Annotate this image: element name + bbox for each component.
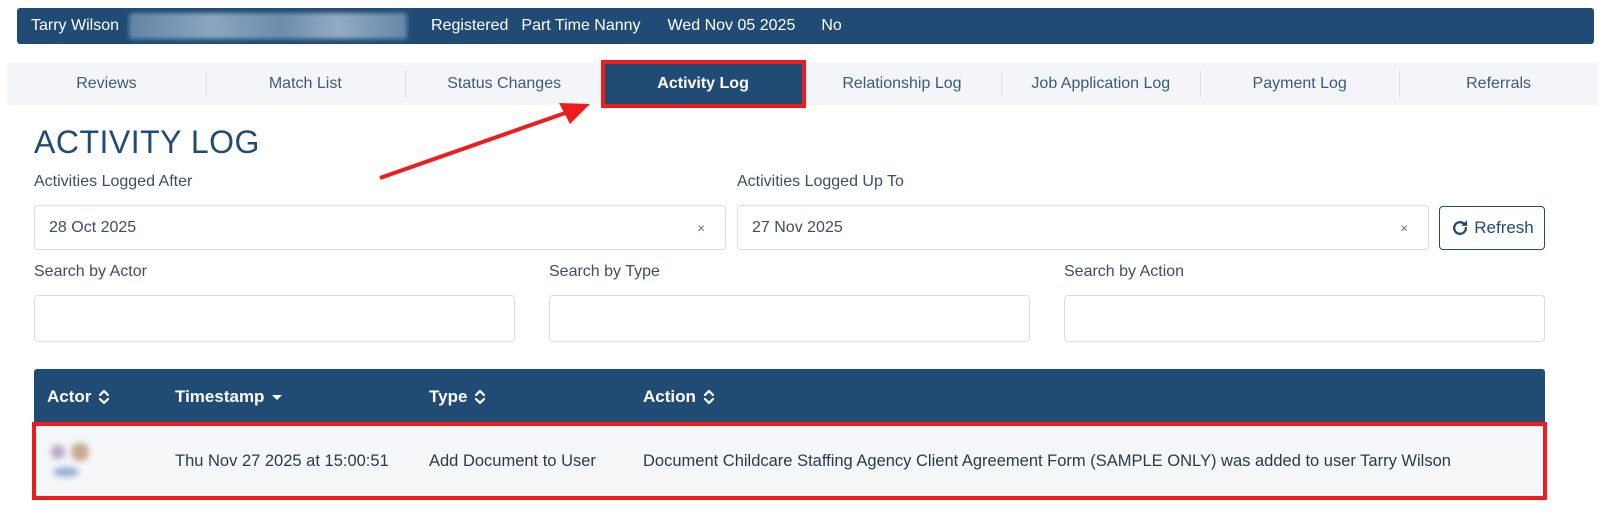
sort-desc-icon: [272, 394, 283, 400]
header-timestamp[interactable]: Timestamp: [175, 387, 429, 407]
profile-bar: Tarry Wilson Registered Part Time Nanny …: [17, 8, 1594, 44]
table-header: Actor Timestamp Type Action: [34, 369, 1545, 424]
profile-date: Wed Nov 05 2025: [667, 17, 796, 34]
action-search-label: Search by Action: [1064, 263, 1185, 280]
profile-status: Registered: [431, 17, 509, 34]
header-timestamp-label: Timestamp: [175, 386, 265, 406]
sort-both-icon: [475, 389, 486, 404]
arrow-shaft: [379, 110, 569, 180]
type-search-label: Search by Type: [549, 263, 660, 280]
cell-type: Add Document to User: [429, 451, 596, 470]
cell-action: Document Childcare Staffing Agency Clien…: [643, 451, 1451, 470]
page: Tarry Wilson Registered Part Time Nanny …: [0, 0, 1600, 513]
header-type[interactable]: Type: [429, 387, 643, 407]
header-action[interactable]: Action: [643, 383, 1545, 410]
header-actor[interactable]: Actor: [34, 387, 175, 407]
sort-both-icon: [99, 389, 110, 404]
after-date-value: 28 Oct 2025: [49, 218, 137, 236]
type-search-input[interactable]: [549, 295, 1030, 342]
tab-activity-log[interactable]: Activity Log: [600, 60, 806, 108]
refresh-icon: [1453, 220, 1468, 235]
tab-reviews[interactable]: Reviews: [7, 63, 206, 105]
action-search-input[interactable]: [1064, 295, 1545, 342]
tab-relationship-log[interactable]: Relationship Log: [803, 63, 1002, 105]
after-date-label: Activities Logged After: [34, 173, 193, 190]
upto-date-field[interactable]: 27 Nov 2025 ×: [737, 205, 1429, 250]
page-title: ACTIVITY LOG: [34, 124, 260, 160]
redacted-actor-avatar: [47, 439, 93, 483]
header-action-label: Action: [643, 387, 696, 406]
after-date-field[interactable]: 28 Oct 2025 ×: [34, 205, 726, 250]
upto-date-value: 27 Nov 2025: [752, 218, 843, 236]
cell-actor: [34, 439, 175, 483]
header-actor-label: Actor: [47, 386, 92, 406]
cell-timestamp: Thu Nov 27 2025 at 15:00:51: [175, 451, 389, 470]
clear-upto-date-icon[interactable]: ×: [1400, 220, 1408, 235]
tab-job-application-log[interactable]: Job Application Log: [1001, 63, 1200, 105]
profile-flag: No: [821, 17, 842, 34]
refresh-label: Refresh: [1474, 218, 1534, 237]
activity-table: Actor Timestamp Type Action Thu Nov 27 2…: [32, 369, 1547, 500]
sort-both-icon: [703, 389, 714, 404]
actor-search-label: Search by Actor: [34, 263, 147, 280]
profile-name: Tarry Wilson: [31, 17, 120, 34]
tab-status-changes[interactable]: Status Changes: [404, 63, 604, 105]
tab-payment-log[interactable]: Payment Log: [1200, 63, 1399, 105]
tab-referrals[interactable]: Referrals: [1399, 63, 1598, 105]
refresh-button[interactable]: Refresh: [1439, 206, 1545, 250]
profile-role: Part Time Nanny: [521, 17, 641, 34]
clear-after-date-icon[interactable]: ×: [697, 220, 705, 235]
header-type-label: Type: [429, 386, 468, 406]
tab-match-list[interactable]: Match List: [205, 63, 405, 105]
upto-date-label: Activities Logged Up To: [737, 173, 904, 190]
arrow-head: [559, 103, 590, 124]
actor-search-input[interactable]: [34, 295, 515, 342]
redacted-contact: [129, 13, 408, 39]
tab-bar: Reviews Match List Status Changes Activi…: [7, 60, 1598, 108]
table-row[interactable]: Thu Nov 27 2025 at 15:00:51 Add Document…: [32, 422, 1547, 500]
